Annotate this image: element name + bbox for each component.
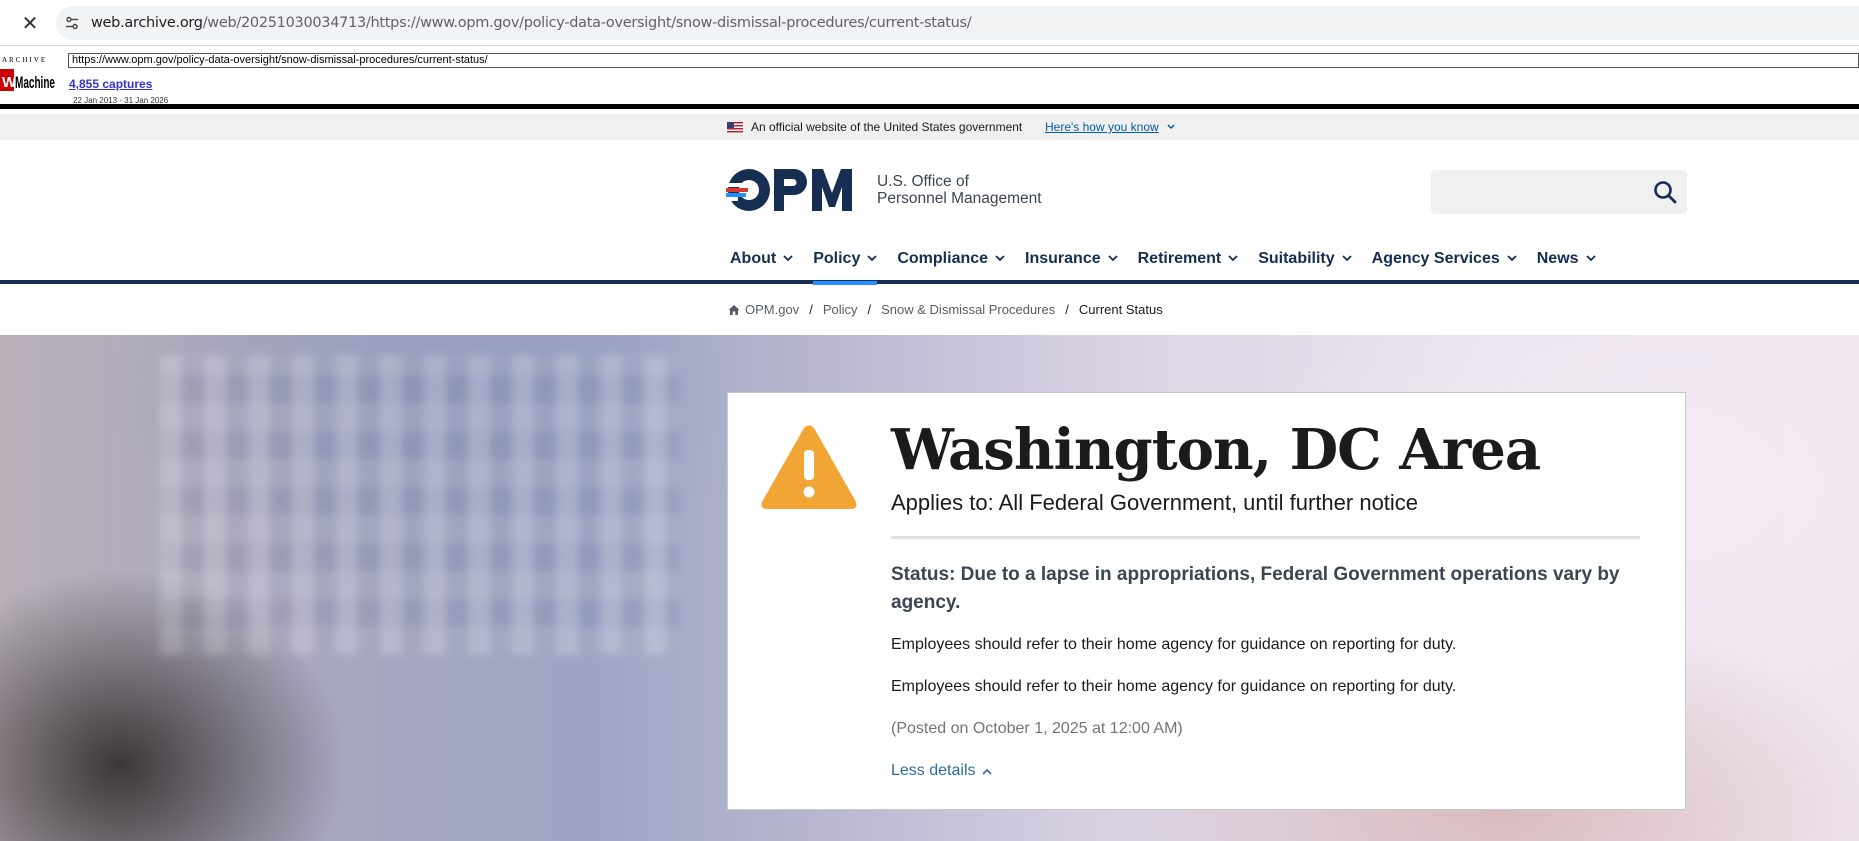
search-input[interactable] — [1431, 170, 1687, 214]
close-icon[interactable]: ✕ — [18, 11, 42, 35]
chevron-down-icon — [1228, 255, 1238, 262]
less-details-toggle[interactable]: Less details — [891, 762, 992, 780]
nav-item-policy[interactable]: Policy — [803, 236, 887, 285]
chevron-down-icon — [867, 255, 877, 262]
status-card: Washington, DC Area Applies to: All Fede… — [727, 392, 1686, 810]
breadcrumb-separator: / — [867, 302, 872, 317]
address-bar[interactable]: web.archive.org/web/20251030034713/https… — [56, 6, 1859, 40]
chevron-down-icon — [1585, 255, 1596, 262]
nav-item-compliance[interactable]: Compliance — [887, 236, 1015, 281]
nav-label: Agency Services — [1371, 249, 1500, 267]
url-path: /web/20251030034713/https://www.opm.gov/… — [202, 15, 972, 31]
nav-item-insurance[interactable]: Insurance — [1015, 236, 1128, 281]
status-text: Status: Due to a lapse in appropriations… — [891, 564, 1620, 613]
breadcrumb-current: Current Status — [1078, 302, 1163, 317]
nav-label: News — [1536, 249, 1579, 267]
wayback-url-input[interactable]: https://www.opm.gov/policy-data-oversigh… — [68, 53, 1859, 68]
nav-item-news[interactable]: News — [1527, 236, 1606, 281]
chevron-down-icon — [1342, 255, 1352, 262]
divider — [891, 536, 1640, 539]
site-header: U.S. Office of Personnel Management Abou… — [0, 140, 1859, 285]
home-icon — [728, 304, 740, 315]
chevron-down-icon — [1107, 255, 1118, 262]
nav-label: About — [730, 249, 777, 267]
svg-text:Machine: Machine — [15, 73, 55, 92]
nav-item-agency-services[interactable]: Agency Services — [1362, 236, 1527, 281]
breadcrumb-link-home[interactable]: OPM.gov — [745, 302, 799, 317]
site-info-icon[interactable] — [64, 15, 80, 31]
nav-label: Compliance — [897, 249, 989, 267]
gov-banner-text: An official website of the United States… — [751, 120, 1023, 134]
capture-date-range: 22 Jan 2013 - 31 Jan 2026 — [73, 96, 169, 105]
chevron-up-icon — [981, 768, 992, 775]
chevron-down-icon — [995, 255, 1005, 262]
agency-name[interactable]: U.S. Office of Personnel Management — [877, 173, 1042, 207]
chevron-down-icon — [1507, 255, 1517, 262]
less-details-label: Less details — [891, 762, 976, 779]
breadcrumb: OPM.gov / Policy / Snow & Dismissal Proc… — [728, 302, 1163, 317]
primary-nav: About Policy Compliance Insurance Retire… — [720, 236, 1606, 285]
nav-item-about[interactable]: About — [720, 236, 803, 281]
breadcrumb-separator: / — [809, 302, 813, 317]
nav-item-suitability[interactable]: Suitability — [1248, 236, 1361, 281]
guidance-text: Employees should refer to their home age… — [891, 636, 1457, 653]
gov-banner: An official website of the United States… — [0, 114, 1859, 140]
captures-link[interactable]: 4,855 captures — [69, 77, 152, 91]
region-title: Washington, DC Area — [891, 417, 1541, 483]
url-host: web.archive.org — [91, 15, 203, 31]
hero-background-texture — [160, 355, 680, 655]
nav-item-retirement[interactable]: Retirement — [1128, 236, 1249, 281]
agency-name-line1: U.S. Office of — [877, 173, 969, 190]
chevron-down-icon[interactable] — [1166, 122, 1176, 132]
nav-label: Policy — [813, 249, 861, 267]
posted-date: (Posted on October 1, 2025 at 12:00 AM) — [891, 720, 1183, 737]
wayback-machine-logo[interactable]: W Machine — [0, 66, 56, 94]
opm-logo[interactable] — [726, 167, 864, 213]
wayback-toolbar: ARCHIVE W Machine https://www.opm.gov/po… — [0, 46, 1859, 109]
nav-label: Insurance — [1025, 249, 1101, 267]
heres-how-you-know-link[interactable]: Here's how you know — [1045, 120, 1159, 134]
nav-label: Suitability — [1258, 249, 1335, 267]
breadcrumb-link-snow-dismissal[interactable]: Snow & Dismissal Procedures — [881, 302, 1055, 317]
search-icon[interactable] — [1653, 180, 1677, 204]
nav-label: Retirement — [1137, 249, 1222, 267]
warning-icon — [761, 425, 857, 509]
wayback-logo-archive-text: ARCHIVE — [2, 56, 48, 64]
chevron-down-icon — [783, 255, 793, 262]
agency-name-line2: Personnel Management — [877, 190, 1042, 207]
url-text[interactable]: web.archive.org/web/20251030034713/https… — [91, 15, 972, 31]
breadcrumb-separator: / — [1065, 302, 1069, 317]
applies-to-text: Applies to: All Federal Government, unti… — [891, 490, 1419, 515]
us-flag-icon — [727, 122, 743, 133]
breadcrumb-link-policy[interactable]: Policy — [823, 302, 858, 317]
guidance-text: Employees should refer to their home age… — [891, 678, 1457, 695]
browser-toolbar: ✕ web.archive.org/web/20251030034713/htt… — [0, 0, 1859, 46]
